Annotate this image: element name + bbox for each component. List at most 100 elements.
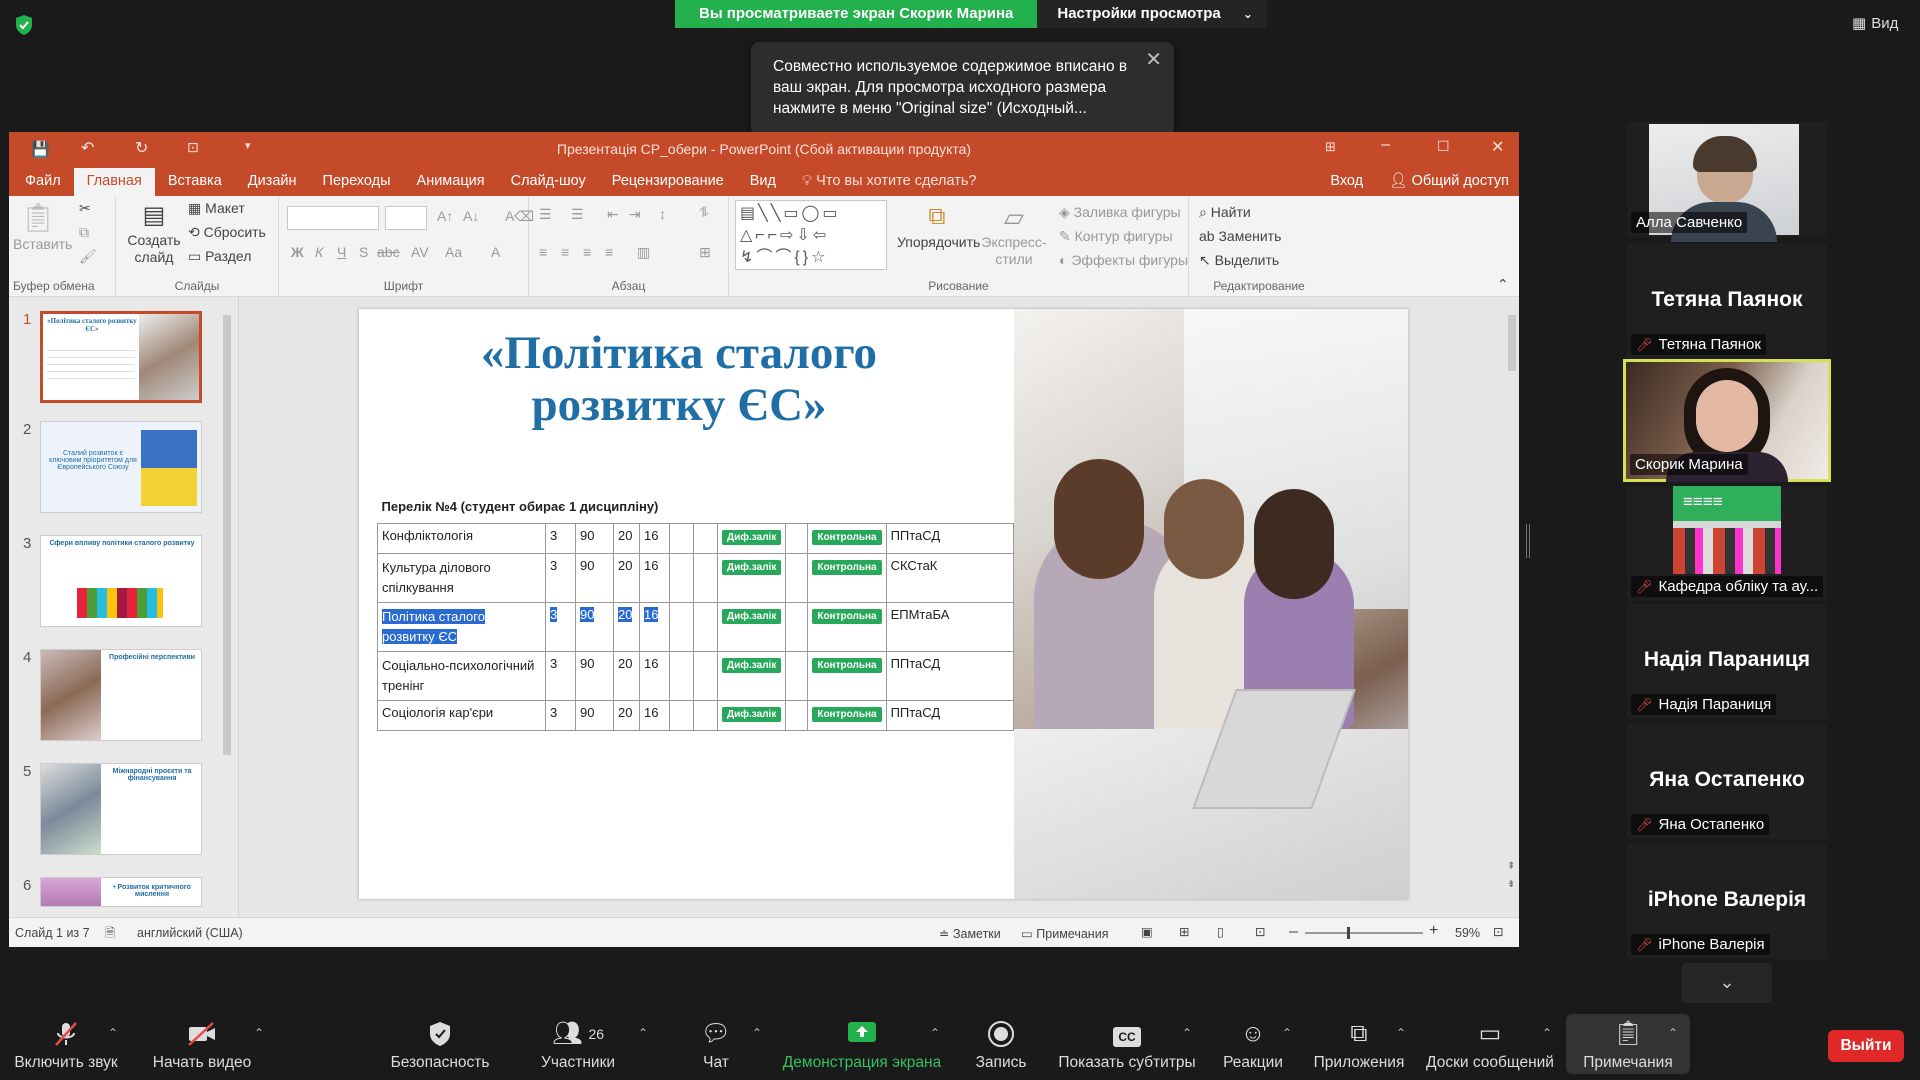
arrange-button[interactable]: ⧉ Упорядочить (897, 200, 980, 250)
reset-button[interactable]: ⟲ Сбросить (188, 224, 266, 241)
reactions-button[interactable]: ☺︎ Реакции (1220, 1020, 1286, 1072)
copy-icon[interactable]: ⧉ (79, 224, 89, 241)
tab-insert[interactable]: Вставка (155, 168, 235, 196)
participant-tile-active-speaker[interactable]: Скорик Марина (1623, 359, 1831, 482)
share-button[interactable]: 👤︎ Общий доступ (1376, 168, 1519, 196)
grow-font-icon[interactable]: A↑ (437, 208, 453, 224)
share-screen-button[interactable]: Демонстрация экрана (778, 1020, 946, 1072)
unmute-button[interactable]: Включить звук (12, 1020, 120, 1072)
next-slide-icon[interactable]: ⇟ (1507, 879, 1515, 890)
signin-link[interactable]: Вход (1317, 168, 1376, 196)
tab-view[interactable]: Вид (737, 168, 789, 196)
tell-me-search[interactable]: 💡︎ Что вы хотите сделать? (789, 168, 989, 196)
shapes-gallery[interactable]: ▤╲╲▭◯▭ △⌐⌐⇨⇩⇦ ↯⌒⌒{}☆ (735, 200, 887, 270)
notes-button[interactable]: 📋︎ Примечания (1566, 1014, 1690, 1074)
section-button[interactable]: ▭ Раздел (188, 248, 251, 265)
participant-tile[interactable]: Надія Параниця 🎤︎ Надія Параниця (1627, 604, 1827, 719)
smartart-icon[interactable]: ⊞ (699, 244, 711, 261)
slideshow-view-icon[interactable]: ⊡ (1255, 924, 1265, 939)
start-video-button[interactable]: Начать видео (148, 1020, 256, 1072)
align-right-icon[interactable]: ≡ (583, 244, 591, 260)
whiteboards-button[interactable]: ▭ Доски сообщений (1424, 1020, 1556, 1072)
language-label[interactable]: английский (США) (137, 926, 243, 940)
change-case-icon[interactable]: Aa (445, 244, 462, 260)
normal-view-icon[interactable]: ▣ (1141, 924, 1153, 939)
thumbnail-scrollbar[interactable] (221, 301, 233, 909)
zoom-slider[interactable] (1305, 927, 1423, 939)
align-center-icon[interactable]: ≡ (561, 244, 569, 260)
participants-button[interactable]: 👥︎ 26 Участники (530, 1020, 626, 1072)
justify-icon[interactable]: ≡ (605, 244, 613, 260)
scroll-thumb[interactable] (223, 315, 231, 755)
record-button[interactable]: Запись (966, 1020, 1036, 1072)
leave-button[interactable]: Выйти (1828, 1030, 1904, 1062)
captions-options-icon[interactable]: ⌃ (1182, 1026, 1192, 1040)
thumbnail-slide-5[interactable]: Міжнародні проєкти та фінансування (40, 763, 202, 855)
decrease-indent-icon[interactable]: ⇤ (607, 206, 619, 223)
numbering-icon[interactable]: ☰ (571, 206, 584, 223)
editor-scrollbar[interactable]: ⇞ ⇟ (1505, 301, 1519, 913)
shape-outline-button[interactable]: ✎ Контур фигуры (1059, 228, 1173, 245)
reactions-options-icon[interactable]: ⌃ (1282, 1026, 1292, 1040)
video-options-icon[interactable]: ⌃ (254, 1026, 264, 1040)
increase-indent-icon[interactable]: ⇥ (629, 206, 641, 223)
participant-tile[interactable]: Алла Савченко (1627, 122, 1827, 242)
format-painter-icon[interactable]: 🖌︎ (79, 248, 97, 265)
underline-icon[interactable]: Ч (337, 244, 346, 260)
quick-styles-button[interactable]: ▱ Экспресс- стили (979, 200, 1049, 268)
slide-sorter-icon[interactable]: ⊞ (1179, 924, 1189, 939)
tab-slideshow[interactable]: Слайд-шоу (498, 168, 599, 196)
thumbnail-slide-2[interactable]: Сталий розвиток є ключовим пріоритетом д… (40, 421, 202, 513)
shrink-font-icon[interactable]: A↓ (463, 208, 479, 224)
close-window-icon[interactable]: ✕ (1491, 137, 1504, 157)
tab-review[interactable]: Рецензирование (599, 168, 737, 196)
notes-button[interactable]: ≐ Заметки (939, 926, 1001, 941)
chat-button[interactable]: 💬︎ Чат (686, 1020, 746, 1072)
bold-icon[interactable]: Ж (291, 244, 304, 260)
comments-button[interactable]: ▭ Примечания (1021, 926, 1108, 941)
security-button[interactable]: Безопасность (385, 1020, 495, 1072)
font-name-input[interactable] (287, 206, 379, 230)
cut-icon[interactable]: ✂ (79, 200, 91, 217)
zoom-level[interactable]: 59% (1455, 926, 1480, 940)
font-color-icon[interactable]: A (491, 244, 500, 260)
discipline-table[interactable]: Перелік №4 (студент обирає 1 дисципліну)… (377, 491, 1015, 731)
tab-animation[interactable]: Анимация (404, 168, 498, 196)
bullets-icon[interactable]: ☰ (539, 206, 552, 223)
participants-options-icon[interactable]: ⌃ (638, 1026, 648, 1040)
line-spacing-icon[interactable]: ↕ (659, 206, 666, 222)
shape-effects-button[interactable]: ◐ Эффекты фигуры (1059, 252, 1188, 268)
participant-tile[interactable]: iPhone Валерія 🎤︎ iPhone Валерія (1627, 844, 1827, 959)
slide-canvas[interactable]: «Політика сталого розвитку ЄС» Перелік №… (359, 309, 1408, 899)
tab-home[interactable]: Главная (73, 168, 155, 196)
text-direction-icon[interactable]: ⥮ (699, 204, 709, 221)
collapse-ribbon-icon[interactable]: ⌃ (1497, 276, 1509, 293)
find-button[interactable]: ⌕ Найти (1199, 204, 1251, 221)
layout-button[interactable]: ▦ Макет (188, 200, 245, 217)
tab-design[interactable]: Дизайн (235, 168, 310, 196)
shadow-icon[interactable]: S (359, 244, 368, 260)
view-options-button[interactable]: Настройки просмотра ⌄ (1037, 0, 1267, 28)
tab-transitions[interactable]: Переходы (310, 168, 404, 196)
paste-button[interactable]: 📋︎ Вставить (13, 200, 72, 252)
security-shield-icon[interactable] (14, 14, 34, 36)
prev-slide-icon[interactable]: ⇞ (1507, 861, 1515, 872)
apps-button[interactable]: ⧉ Приложения (1312, 1020, 1406, 1072)
fit-slide-icon[interactable]: ⊡ (1493, 924, 1503, 939)
scroll-participants-down-button[interactable]: ⌄ (1682, 963, 1772, 1003)
close-icon[interactable]: ✕ (1145, 50, 1162, 71)
captions-button[interactable]: CC Показать субтитры (1056, 1020, 1198, 1072)
notes-options-icon[interactable]: ⌃ (1668, 1026, 1678, 1040)
apps-options-icon[interactable]: ⌃ (1396, 1026, 1406, 1040)
participant-tile[interactable]: ≡≡≡≡ 🎤︎ Кафедра обліку та ау... (1627, 486, 1827, 601)
spellcheck-icon[interactable]: 🗎︎ (105, 924, 115, 945)
audio-options-icon[interactable]: ⌃ (108, 1026, 118, 1040)
font-size-input[interactable] (385, 206, 427, 230)
scroll-thumb[interactable] (1508, 315, 1516, 371)
chat-options-icon[interactable]: ⌃ (752, 1026, 762, 1040)
zoom-out-icon[interactable]: – (1289, 923, 1298, 941)
align-left-icon[interactable]: ≡ (539, 244, 547, 260)
replace-button[interactable]: ab Заменить (1199, 228, 1281, 244)
tab-file[interactable]: Файл (9, 168, 74, 196)
view-button[interactable]: ▦ Вид (1852, 14, 1898, 33)
